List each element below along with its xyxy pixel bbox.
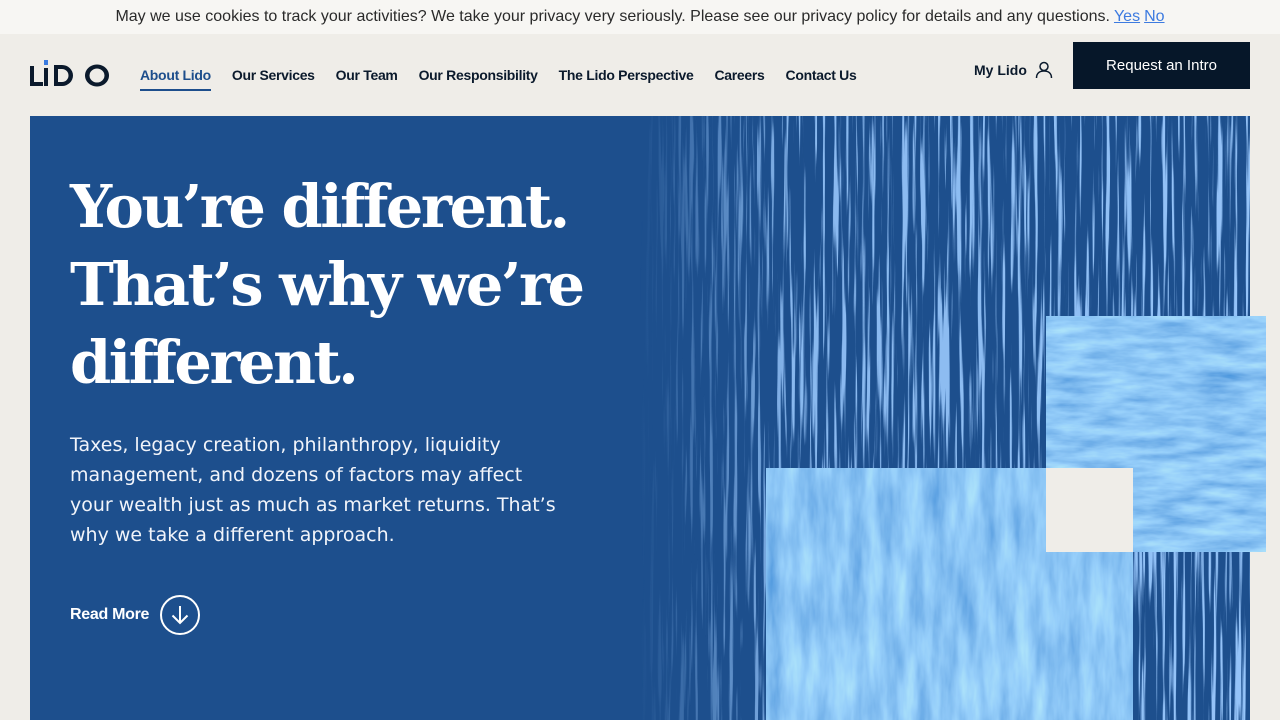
cookie-accept-link[interactable]: Yes bbox=[1114, 8, 1140, 26]
nav-about-lido[interactable]: About Lido bbox=[140, 63, 211, 91]
read-more-link[interactable]: Read More bbox=[70, 595, 201, 635]
request-intro-button[interactable]: Request an Intro bbox=[1073, 42, 1250, 89]
headline-line-3: different. bbox=[70, 328, 359, 397]
site-header: About Lido Our Services Our Team Our Res… bbox=[0, 34, 1280, 116]
lido-logo[interactable] bbox=[30, 60, 112, 88]
hero-description: Taxes, legacy creation, philanthropy, li… bbox=[70, 434, 556, 546]
cookie-message: May we use cookies to track your activit… bbox=[115, 8, 1110, 25]
nav-lido-perspective[interactable]: The Lido Perspective bbox=[559, 63, 694, 87]
my-lido-link[interactable]: My Lido bbox=[974, 61, 1053, 79]
my-lido-label: My Lido bbox=[974, 62, 1027, 78]
nav-our-services[interactable]: Our Services bbox=[232, 63, 315, 87]
nav-our-responsibility[interactable]: Our Responsibility bbox=[419, 63, 538, 87]
nav-our-team[interactable]: Our Team bbox=[336, 63, 398, 87]
nav-careers[interactable]: Careers bbox=[714, 63, 764, 87]
user-icon bbox=[1035, 61, 1053, 79]
cookie-decline-link[interactable]: No bbox=[1144, 8, 1164, 26]
decorative-square bbox=[1046, 468, 1133, 552]
cookie-banner: May we use cookies to track your activit… bbox=[0, 0, 1280, 34]
headline-line-2: That’s why we’re bbox=[70, 250, 585, 319]
nav-contact-us[interactable]: Contact Us bbox=[786, 63, 857, 87]
main-nav: About Lido Our Services Our Team Our Res… bbox=[140, 34, 877, 116]
hero-headline: You’re different. That’s why we’re diffe… bbox=[70, 168, 630, 402]
headline-line-1: You’re different. bbox=[70, 172, 570, 241]
read-more-label: Read More bbox=[70, 606, 150, 623]
arrow-down-circle-icon bbox=[160, 595, 201, 635]
